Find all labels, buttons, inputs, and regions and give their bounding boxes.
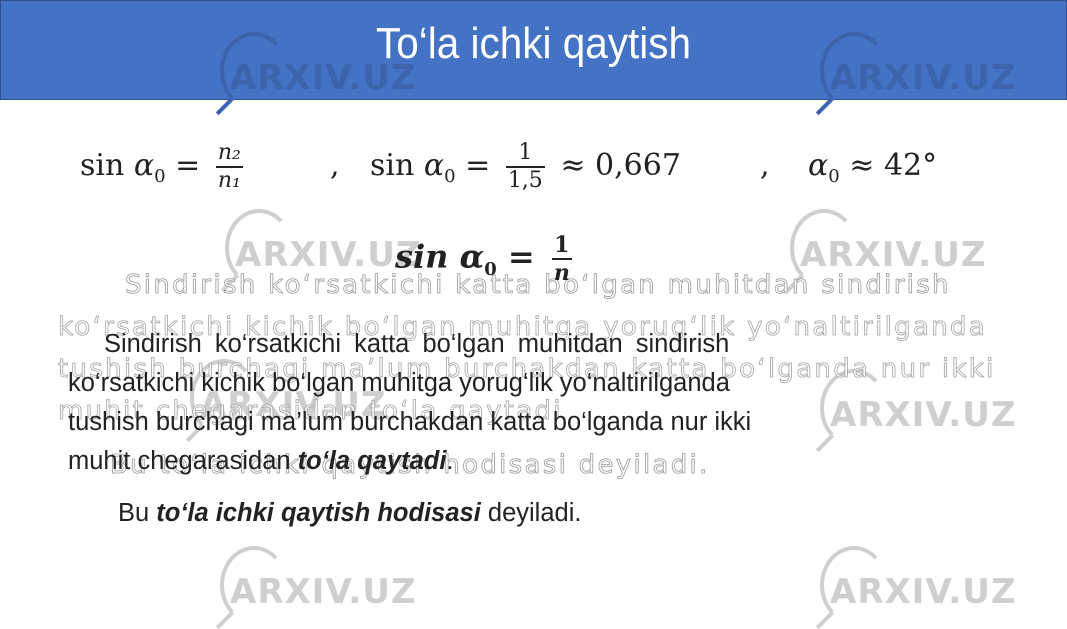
magnifier-icon <box>820 546 888 624</box>
watermark: ARXIV.UZ <box>815 546 1016 629</box>
paragraph-line: tushish burchagi ma’lum burchakdan katta… <box>68 408 752 436</box>
formula-snell-critical: sin α0 = n₂ n₁ <box>80 140 243 193</box>
paragraph-line: Sindirish ko‘rsatkichi katta bo‘lgan muh… <box>104 330 730 358</box>
fraction: 1n <box>551 232 572 286</box>
paragraph-line: muhit chegarasidan to‘la qaytadi. <box>68 447 454 475</box>
fraction: n₂ n₁ <box>215 140 243 193</box>
fraction: 1 1,5 <box>505 140 545 193</box>
definition-paragraph: Sindirish ko‘rsatkichi katta bo‘lgan muh… <box>68 325 1008 481</box>
slide-title: To‘la ichki qaytish <box>376 19 691 68</box>
title-bar: To‘la ichki qaytish <box>0 0 1067 100</box>
emphasis: to‘la qaytadi <box>297 447 447 475</box>
separator: , <box>330 148 340 183</box>
magnifier-icon <box>220 546 288 624</box>
formula-main: sin α0 = 1n <box>395 232 572 286</box>
conclusion-sentence: Bu to‘la ichki qaytish hodisasi deyiladi… <box>118 499 582 527</box>
emphasis: to‘la ichki qaytish hodisasi <box>156 499 481 527</box>
paragraph-line: ko‘rsatkichi kichik bo‘lgan muhitga yoru… <box>68 369 730 397</box>
separator: , <box>760 148 770 183</box>
formula-critical-angle: α0 ≈ 42° <box>808 148 938 187</box>
formula-sin-value: sin α0 = 1 1,5 ≈ 0,667 <box>370 140 681 193</box>
watermark: ARXIV.UZ <box>215 546 416 629</box>
